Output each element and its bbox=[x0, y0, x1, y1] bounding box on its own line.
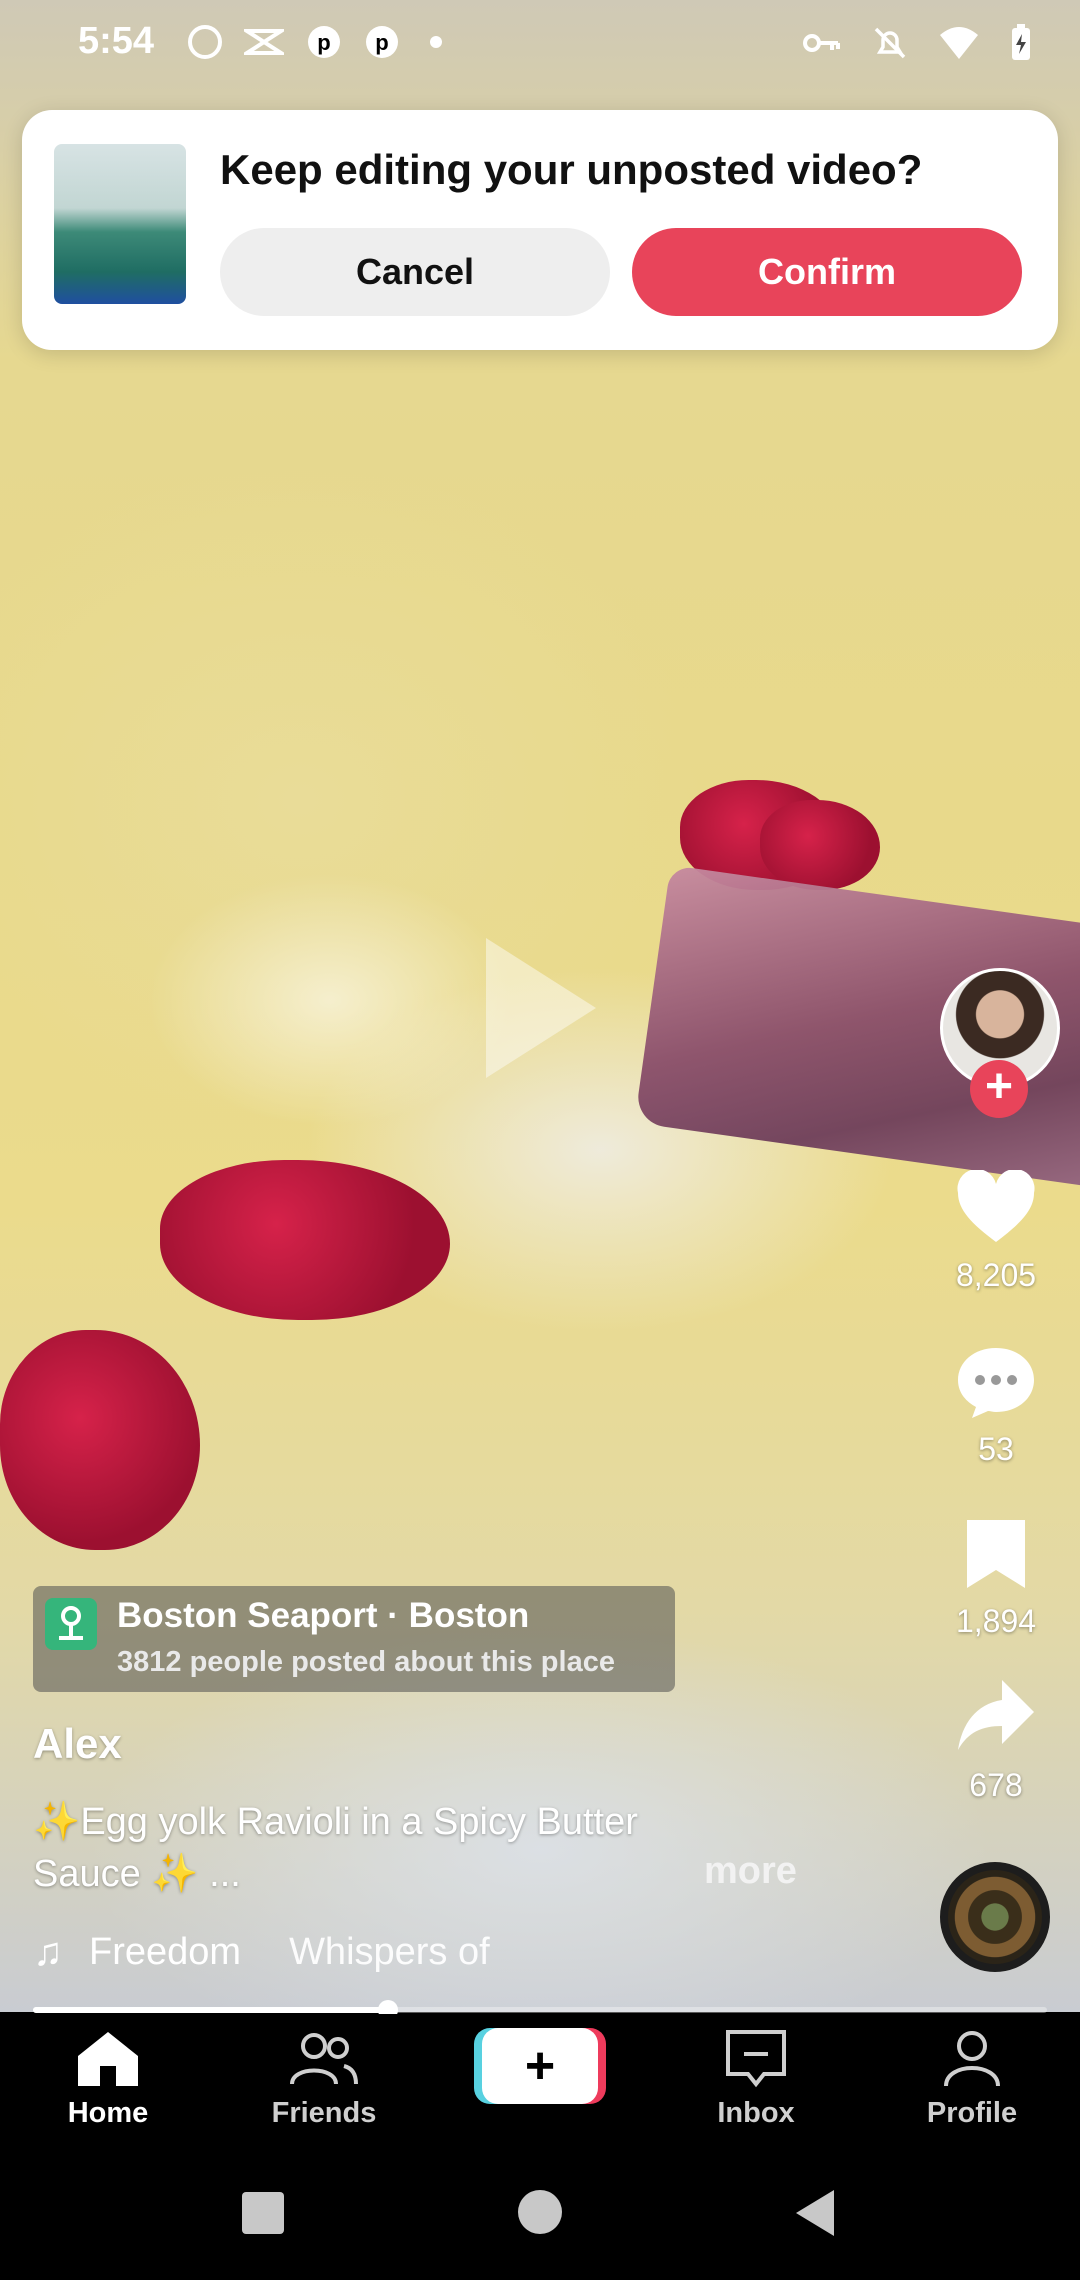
video-progress-bar[interactable] bbox=[33, 2000, 1047, 2020]
comment-icon[interactable] bbox=[954, 1344, 1038, 1420]
save-count: 1,894 bbox=[955, 1603, 1037, 1639]
vpn-key-icon bbox=[803, 34, 840, 52]
share-icon[interactable] bbox=[954, 1676, 1038, 1756]
music-track-1: Freedom bbox=[89, 1930, 242, 1973]
dot-icon bbox=[430, 36, 442, 48]
progress-fill bbox=[33, 2007, 388, 2013]
tab-friends[interactable]: Friends bbox=[234, 2028, 414, 2130]
more-button[interactable]: more bbox=[704, 1850, 797, 1893]
tab-home-label: Home bbox=[67, 2097, 149, 2129]
like-button[interactable]: 8,205 bbox=[936, 1168, 1056, 1294]
location-title: Boston Seaport · Boston bbox=[117, 1596, 530, 1635]
share-button[interactable]: 678 bbox=[936, 1676, 1056, 1804]
status-left-icons: p p bbox=[188, 24, 442, 60]
music-track-2: Whispers of bbox=[289, 1930, 490, 1973]
heart-icon[interactable] bbox=[954, 1168, 1038, 1246]
location-pin-icon bbox=[45, 1598, 97, 1650]
creator-avatar-button[interactable]: + bbox=[940, 968, 1060, 1118]
status-right-icons bbox=[802, 24, 1032, 62]
status-bar: 5:54 p p bbox=[0, 0, 1080, 84]
follow-button[interactable]: + bbox=[970, 1060, 1028, 1118]
battery-charging-icon bbox=[1012, 24, 1030, 60]
comment-count: 53 bbox=[978, 1431, 1014, 1467]
play-icon[interactable] bbox=[486, 938, 596, 1078]
location-tag[interactable]: Boston Seaport · Boston 3812 people post… bbox=[33, 1586, 675, 1692]
svg-text:p: p bbox=[317, 30, 330, 55]
cancel-button[interactable]: Cancel bbox=[220, 228, 610, 316]
capcut-icon bbox=[244, 29, 284, 55]
back-button[interactable] bbox=[796, 2190, 834, 2236]
music-ticker[interactable]: ♫ Freedom Whispers of bbox=[33, 1926, 490, 1978]
caption-text[interactable]: ✨Egg yolk Ravioli in a Spicy Butter Sauc… bbox=[33, 1796, 723, 1900]
tab-friends-label: Friends bbox=[271, 2097, 377, 2129]
tab-profile[interactable]: Profile bbox=[882, 2028, 1062, 2130]
tab-home[interactable]: Home bbox=[18, 2028, 198, 2130]
bookmark-icon[interactable] bbox=[961, 1516, 1031, 1592]
home-button[interactable] bbox=[518, 2190, 562, 2234]
like-count: 8,205 bbox=[955, 1257, 1037, 1293]
pinterest-icon: p bbox=[308, 26, 340, 58]
bottom-navigation: Home Friends + Inbox Profile bbox=[0, 2014, 1080, 2150]
tab-profile-label: Profile bbox=[926, 2097, 1018, 2129]
music-disc-icon[interactable] bbox=[940, 1862, 1050, 1972]
draft-thumbnail[interactable] bbox=[54, 144, 186, 304]
raspberry bbox=[160, 1160, 450, 1320]
recents-button[interactable] bbox=[242, 2192, 284, 2234]
confirm-button[interactable]: Confirm bbox=[632, 228, 1022, 316]
tab-inbox[interactable]: Inbox bbox=[666, 2028, 846, 2130]
save-button[interactable]: 1,894 bbox=[936, 1516, 1056, 1640]
tab-inbox-label: Inbox bbox=[717, 2097, 795, 2129]
pinterest-icon: p bbox=[366, 26, 398, 58]
record-icon bbox=[188, 25, 222, 59]
create-post-button[interactable]: + bbox=[482, 2028, 598, 2104]
music-note-icon: ♫ bbox=[33, 1929, 63, 1974]
raspberry bbox=[0, 1330, 200, 1550]
svg-text:p: p bbox=[375, 30, 388, 55]
author-name[interactable]: Alex bbox=[33, 1720, 122, 1768]
comment-button[interactable]: 53 bbox=[936, 1344, 1056, 1468]
unposted-video-dialog: Keep editing your unposted video? Cancel… bbox=[22, 110, 1058, 350]
raspberry bbox=[760, 800, 880, 890]
wifi-icon bbox=[940, 27, 978, 59]
friends-icon bbox=[290, 2033, 358, 2085]
home-icon bbox=[78, 2032, 138, 2086]
dialog-title: Keep editing your unposted video? bbox=[220, 146, 923, 193]
profile-icon bbox=[944, 2031, 1000, 2087]
inbox-icon bbox=[726, 2030, 786, 2088]
status-time: 5:54 bbox=[78, 20, 155, 62]
system-navigation-bar bbox=[0, 2150, 1080, 2280]
bell-off-icon bbox=[874, 27, 906, 59]
share-count: 678 bbox=[969, 1767, 1023, 1803]
location-subtitle: 3812 people posted about this place bbox=[117, 1646, 615, 1678]
